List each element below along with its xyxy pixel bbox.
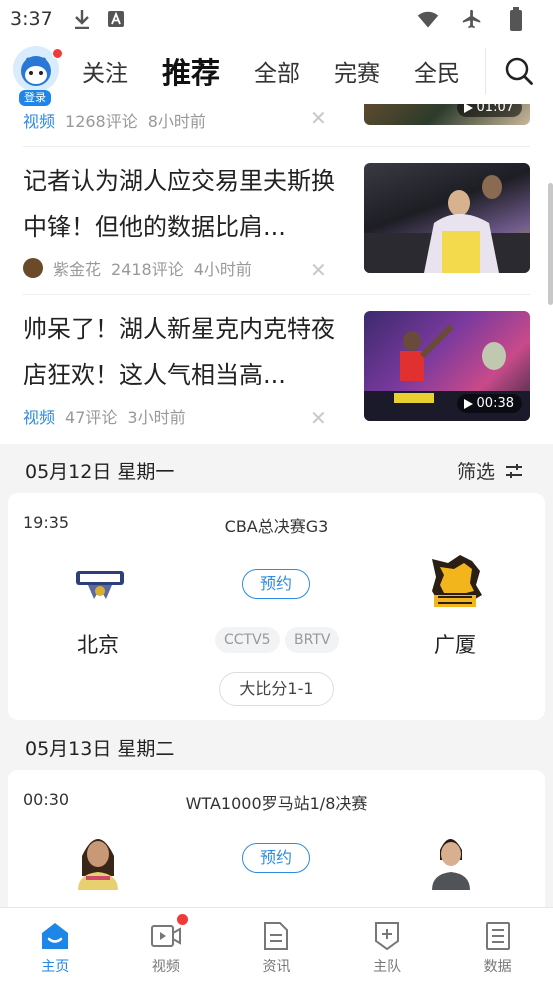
- video-icon: [150, 920, 182, 952]
- font-a-icon: [105, 8, 127, 30]
- tab-everyone[interactable]: 全民: [414, 54, 460, 88]
- news-thumbnail[interactable]: [364, 163, 530, 273]
- play-icon: [463, 398, 473, 409]
- news-title[interactable]: 记者认为湖人应交易里夫斯换中锋！但他的数据比肩...: [23, 158, 343, 250]
- status-time: 3:37: [10, 8, 53, 30]
- news-meta: 视频 47评论 3小时前: [23, 404, 196, 428]
- filter-label: 筛选: [456, 461, 495, 483]
- video-duration: 01:07: [456, 104, 522, 117]
- notification-dot: [176, 914, 188, 925]
- reserve-button[interactable]: 预约: [242, 569, 310, 599]
- top-nav: 登录 关注 推荐 全部 完赛 全民: [0, 38, 553, 106]
- news-item[interactable]: 帅呆了！湖人新星克内克特夜店狂欢！这人气相当高... 00:38 视频 47评论…: [23, 295, 530, 443]
- status-bar: 3:37: [0, 0, 553, 38]
- publish-time: 3小时前: [127, 408, 186, 427]
- comment-count: 2418评论: [111, 260, 184, 279]
- match-title: WTA1000罗马站1/8决赛: [185, 794, 368, 813]
- tab-follow[interactable]: 关注: [82, 54, 128, 88]
- home-team-logo[interactable]: [70, 557, 130, 607]
- player-photo: [78, 839, 118, 890]
- nav-data-label: 数据: [483, 959, 512, 975]
- video-tag: 视频: [23, 408, 56, 427]
- search-icon: [505, 57, 533, 85]
- play-icon: [463, 104, 473, 113]
- ducks-logo: [76, 571, 124, 599]
- news-icon: [260, 920, 292, 952]
- news-item[interactable]: 记者认为湖人应交易里夫斯换中锋！但他的数据比肩... 紫金花 2418评论 4小…: [23, 147, 530, 295]
- channel-badge: BRTV: [285, 627, 340, 653]
- tab-recommend[interactable]: 推荐: [162, 50, 220, 92]
- tiger-logo: [432, 555, 482, 607]
- schedule-date: 05月13日 星期二: [25, 738, 175, 760]
- match-card[interactable]: 00:30 WTA1000罗马站1/8决赛 预约: [8, 770, 545, 907]
- filter-button[interactable]: 筛选: [457, 457, 523, 484]
- video-thumbnail[interactable]: 01:07: [364, 104, 530, 125]
- wifi-icon: [417, 8, 439, 30]
- nav-news[interactable]: 资讯: [221, 908, 332, 984]
- channel-badge: CCTV5: [215, 627, 280, 653]
- nav-data[interactable]: 数据: [442, 908, 553, 984]
- away-team-logo[interactable]: [424, 553, 486, 613]
- nav-home-label: 主页: [41, 959, 70, 975]
- login-avatar[interactable]: 登录: [13, 46, 63, 106]
- video-thumbnail[interactable]: 00:38: [364, 311, 530, 421]
- bottom-nav: 主页 视频 资讯 主队 数据: [0, 907, 553, 984]
- match-card[interactable]: 19:35 CBA总决赛G3 北京 预约 CCTV5 BRTV 大比分1-1 广…: [8, 493, 545, 720]
- author-name[interactable]: 紫金花: [53, 256, 101, 280]
- tab-all[interactable]: 全部: [254, 54, 300, 88]
- team-icon: [371, 920, 403, 952]
- nav-team-label: 主队: [373, 959, 402, 975]
- schedule-date: 05月12日 星期一: [25, 461, 175, 483]
- video-duration: 00:38: [456, 394, 522, 413]
- dismiss-icon[interactable]: ✕: [310, 106, 327, 130]
- home-icon: [39, 920, 71, 952]
- nav-video[interactable]: 视频: [111, 908, 222, 984]
- player-photo: [364, 175, 530, 273]
- news-title[interactable]: 帅呆了！湖人新星克内克特夜店狂欢！这人气相当高...: [23, 306, 343, 398]
- tab-finished[interactable]: 完赛: [334, 54, 380, 88]
- channel-tabs: 关注 推荐 全部 完赛 全民: [82, 38, 482, 104]
- data-icon: [482, 920, 514, 952]
- player-avatar[interactable]: [426, 826, 476, 890]
- reserve-button[interactable]: 预约: [242, 843, 310, 873]
- comment-count: 1268评论: [65, 112, 138, 131]
- nav-divider: [485, 48, 486, 94]
- notification-dot: [52, 48, 63, 59]
- search-button[interactable]: [500, 52, 538, 90]
- publish-time: 8小时前: [147, 112, 206, 131]
- news-meta: 视频 1268评论 8小时前: [23, 108, 216, 132]
- series-score[interactable]: 大比分1-1: [219, 672, 334, 706]
- scroll-indicator[interactable]: [548, 183, 553, 305]
- dismiss-icon[interactable]: ✕: [310, 258, 327, 282]
- schedule-section: 05月12日 星期一 筛选 19:35 CBA总决赛G3 北京 预约 CCTV5…: [0, 444, 553, 907]
- nav-home[interactable]: 主页: [0, 908, 111, 984]
- news-item[interactable]: 01:07 视频 1268评论 8小时前 ✕: [23, 104, 530, 147]
- comment-count: 47评论: [65, 408, 118, 427]
- dismiss-icon[interactable]: ✕: [310, 406, 327, 430]
- battery-icon: [505, 7, 527, 31]
- news-meta: 紫金花 2418评论 4小时前: [23, 256, 262, 280]
- author-avatar: [23, 258, 43, 278]
- player-avatar[interactable]: [72, 826, 124, 890]
- away-team-name[interactable]: 广厦: [395, 629, 515, 659]
- publish-time: 4小时前: [193, 260, 252, 279]
- nav-video-label: 视频: [151, 959, 180, 975]
- nav-team[interactable]: 主队: [332, 908, 443, 984]
- download-icon: [71, 8, 93, 30]
- home-team-name[interactable]: 北京: [38, 629, 158, 659]
- video-tag: 视频: [23, 112, 56, 131]
- feed[interactable]: 01:07 视频 1268评论 8小时前 ✕ 记者认为湖人应交易里夫斯换中锋！但…: [0, 104, 553, 907]
- filter-icon: [506, 463, 522, 478]
- player-photo: [432, 839, 470, 890]
- nav-news-label: 资讯: [262, 959, 291, 975]
- airplane-mode-icon: [461, 8, 483, 30]
- match-title: CBA总决赛G3: [224, 517, 329, 536]
